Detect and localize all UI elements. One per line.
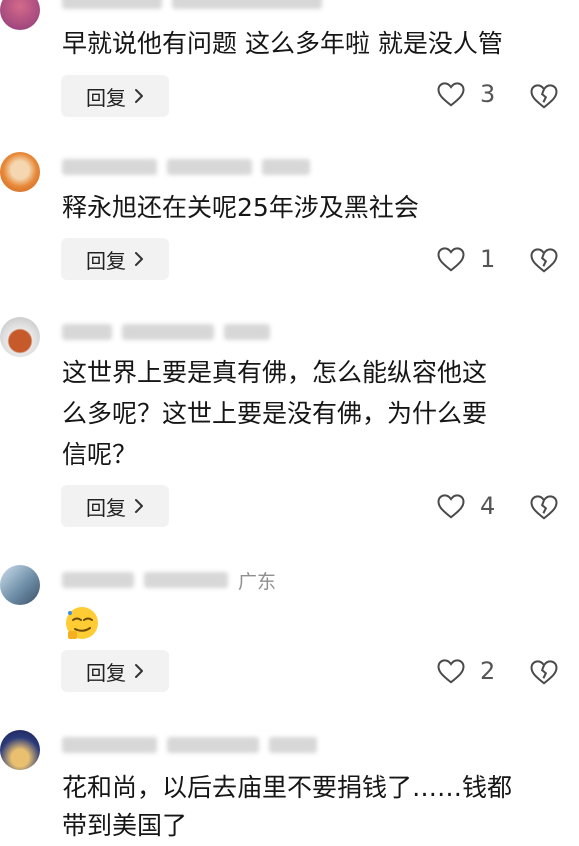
comment-meta — [62, 0, 322, 12]
avatar[interactable] — [0, 730, 40, 770]
like-button[interactable]: 2 — [436, 657, 495, 685]
like-button[interactable]: 1 — [436, 245, 495, 273]
heart-outline-icon — [437, 659, 465, 684]
reply-label: 回复 — [86, 248, 126, 273]
avatar[interactable] — [0, 152, 40, 192]
location-redacted — [262, 159, 310, 175]
comment-text-line: 带到美国了 — [62, 811, 188, 840]
reply-button[interactable]: 回复 — [61, 650, 169, 692]
like-count: 4 — [480, 492, 496, 520]
username-redacted — [62, 324, 112, 340]
avatar[interactable] — [0, 317, 40, 357]
chevron-right-icon — [135, 89, 143, 103]
broken-heart-icon[interactable] — [529, 493, 559, 521]
comment-text-line: 么多呢？这世上要是没有佛，为什么要 — [62, 399, 488, 428]
username-redacted — [62, 159, 157, 175]
comment-meta — [62, 734, 317, 756]
heart-outline-icon — [437, 494, 465, 519]
comment-text-line: 花和尚，以后去庙里不要捐钱了……钱都 — [62, 773, 513, 802]
time-redacted — [144, 572, 228, 588]
time-redacted — [167, 159, 252, 175]
reply-button[interactable]: 回复 — [61, 485, 169, 527]
time-redacted — [122, 324, 214, 340]
heart-outline-icon — [437, 247, 465, 272]
comment-meta: 广东 — [62, 569, 277, 593]
username-redacted — [62, 572, 134, 588]
username-redacted — [62, 0, 162, 9]
smirking-face-emoji — [66, 607, 98, 639]
chevron-right-icon — [135, 664, 143, 678]
comment-text-line: 信呢？ — [62, 440, 138, 469]
like-button[interactable]: 3 — [436, 80, 495, 108]
reply-button[interactable]: 回复 — [61, 238, 169, 280]
broken-heart-icon[interactable] — [529, 658, 559, 686]
like-button[interactable]: 4 — [436, 492, 495, 520]
avatar[interactable] — [0, 565, 40, 605]
reply-label: 回复 — [86, 495, 126, 520]
comment-meta — [62, 321, 270, 343]
reply-button[interactable]: 回复 — [61, 75, 169, 117]
avatar[interactable] — [0, 0, 40, 30]
comment-text-line: 这世界上要是真有佛，怎么能纵容他这 — [62, 358, 488, 387]
time-redacted — [167, 737, 259, 753]
like-count: 3 — [480, 80, 496, 108]
location-redacted — [224, 324, 270, 340]
chevron-right-icon — [135, 252, 143, 266]
comment-text: 释永旭还在关呢25年涉及黑社会 — [62, 193, 419, 222]
reply-label: 回复 — [86, 85, 126, 110]
like-count: 2 — [480, 657, 496, 685]
comment-text: 早就说他有问题 这么多年啦 就是没人管 — [62, 29, 503, 58]
chevron-right-icon — [135, 499, 143, 513]
reply-label: 回复 — [86, 660, 126, 685]
location-text: 广东 — [238, 570, 277, 593]
username-redacted — [62, 737, 157, 753]
broken-heart-icon[interactable] — [529, 82, 559, 110]
location-redacted — [269, 737, 317, 753]
comment-meta — [62, 156, 310, 178]
broken-heart-icon[interactable] — [529, 246, 559, 274]
heart-outline-icon — [437, 82, 465, 107]
time-redacted — [172, 0, 322, 9]
like-count: 1 — [480, 245, 496, 273]
